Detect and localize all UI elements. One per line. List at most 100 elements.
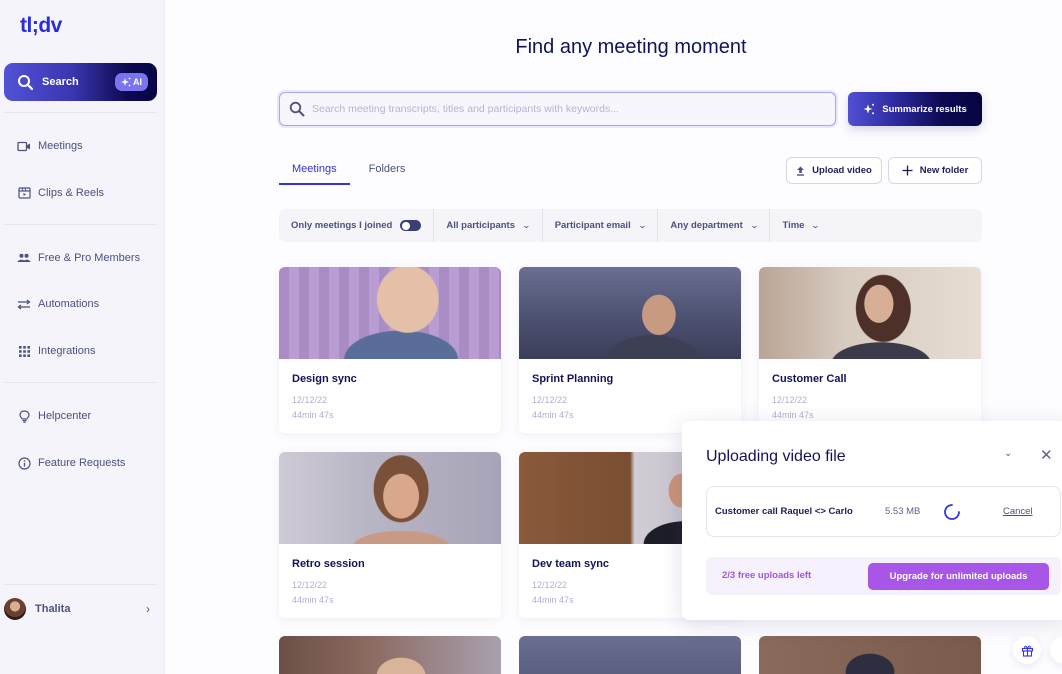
upload-file-name: Customer call Raquel <> Carlo (715, 506, 853, 517)
sidebar-item-feature-requests[interactable]: Feature Requests (17, 453, 125, 473)
chevron-down-icon: ⌄ (811, 221, 821, 230)
chevron-down-icon: ⌄ (521, 221, 531, 230)
filter-time[interactable]: Time ⌄ (770, 209, 831, 242)
meeting-card[interactable]: Retro session 12/12/22 44min 47s (279, 452, 501, 618)
sidebar-item-members[interactable]: Free & Pro Members (17, 248, 140, 268)
sidebar-item-integrations[interactable]: Integrations (17, 341, 95, 361)
filter-participant-email[interactable]: Participant email ⌄ (543, 209, 659, 242)
summarize-results-button[interactable]: Summarize results (848, 92, 982, 126)
meeting-card-thumbnail[interactable] (519, 636, 741, 674)
meeting-duration: 44min 47s (292, 595, 334, 605)
sidebar-item-label: Helpcenter (38, 410, 92, 422)
clapperboard-icon (17, 186, 31, 200)
meeting-thumbnail (279, 452, 501, 544)
meeting-title: Design sync (292, 373, 357, 385)
sidebar-divider (4, 584, 157, 585)
tab-bar: Meetings Folders (279, 163, 418, 185)
upload-panel: Uploading video file ⌄ ✕ Customer call R… (682, 421, 1062, 620)
chevron-down-icon: ⌄ (749, 221, 759, 230)
people-icon (17, 251, 31, 265)
sidebar-search-button[interactable]: Search AI (4, 63, 157, 101)
loading-spinner-icon (944, 504, 960, 520)
sidebar-item-label: Feature Requests (38, 457, 126, 469)
meeting-thumbnail (279, 267, 501, 359)
meeting-duration: 44min 47s (532, 410, 574, 420)
sidebar-item-label: Free & Pro Members (38, 252, 141, 264)
meeting-date: 12/12/22 (772, 395, 808, 405)
filter-label: All participants (446, 220, 515, 231)
lightbulb-icon (17, 409, 31, 423)
sidebar: tl;dv Search AI Meetings Clips & Reels F… (0, 0, 165, 674)
info-icon (17, 456, 31, 470)
sidebar-divider (4, 224, 157, 225)
arrows-exchange-icon (17, 297, 31, 311)
close-icon[interactable]: ✕ (1040, 446, 1053, 464)
search-field[interactable] (279, 92, 836, 126)
upload-file-row: Customer call Raquel <> Carlo 5.53 MB Ca… (706, 486, 1061, 537)
gift-icon (1021, 645, 1033, 657)
sidebar-search-label: Search (42, 76, 79, 88)
grid-icon (17, 344, 31, 358)
meeting-title: Dev team sync (532, 558, 610, 570)
user-name: Thalita (35, 603, 71, 615)
logo[interactable]: tl;dv (20, 14, 62, 38)
meeting-card[interactable]: Design sync 12/12/22 44min 47s (279, 267, 501, 433)
chevron-right-icon: › (146, 602, 150, 616)
tab-folders[interactable]: Folders (356, 163, 419, 185)
filter-all-participants[interactable]: All participants ⌄ (434, 209, 543, 242)
page-title: Find any meeting moment (515, 36, 747, 58)
filter-department[interactable]: Any department ⌄ (658, 209, 771, 242)
filter-label: Time (782, 220, 805, 231)
sidebar-item-clips-reels[interactable]: Clips & Reels (17, 183, 104, 203)
sidebar-item-automations[interactable]: Automations (17, 294, 99, 314)
summarize-label: Summarize results (882, 103, 967, 115)
upload-video-button[interactable]: Upload video (786, 157, 882, 184)
sidebar-item-label: Meetings (38, 140, 83, 152)
meeting-card[interactable]: Sprint Planning 12/12/22 44min 47s (519, 267, 741, 433)
app-root: tl;dv Search AI Meetings Clips & Reels F… (0, 0, 1062, 674)
only-joined-toggle[interactable] (400, 220, 422, 231)
meeting-date: 12/12/22 (292, 395, 328, 405)
chevron-down-icon[interactable]: ⌄ (1004, 448, 1012, 459)
search-icon (17, 74, 34, 91)
quota-text: 2/3 free uploads left (722, 570, 812, 581)
ai-badge-label: AI (133, 77, 142, 87)
sparkle-icon (121, 77, 131, 87)
upload-icon (797, 166, 805, 176)
meeting-title: Retro session (292, 558, 365, 570)
user-menu[interactable]: Thalita › (4, 597, 154, 621)
new-folder-button[interactable]: New folder (888, 157, 982, 184)
upload-quota-banner: 2/3 free uploads left Upgrade for unlimi… (706, 557, 1061, 595)
meeting-date: 12/12/22 (532, 580, 568, 590)
cancel-upload-button[interactable]: Cancel (1003, 506, 1033, 517)
meeting-card-thumbnail[interactable] (759, 636, 981, 674)
sidebar-divider (4, 112, 157, 113)
search-input[interactable] (312, 103, 812, 115)
meeting-title: Customer Call (772, 373, 847, 385)
sidebar-item-helpcenter[interactable]: Helpcenter (17, 406, 91, 426)
meeting-duration: 44min 47s (532, 595, 574, 605)
upgrade-button[interactable]: Upgrade for unlimited uploads (868, 563, 1049, 590)
sparkle-icon (863, 103, 875, 115)
help-button[interactable] (1050, 636, 1062, 664)
meeting-date: 12/12/22 (292, 580, 328, 590)
gift-button[interactable] (1013, 636, 1041, 664)
only-joined-label: Only meetings I joined (291, 220, 393, 231)
meeting-thumbnail (519, 267, 741, 359)
tab-meetings[interactable]: Meetings (279, 163, 350, 185)
meeting-date: 12/12/22 (532, 395, 568, 405)
meeting-duration: 44min 47s (772, 410, 814, 420)
avatar (4, 598, 26, 620)
filter-label: Any department (670, 220, 743, 231)
meeting-title: Sprint Planning (532, 373, 614, 385)
sidebar-item-meetings[interactable]: Meetings (17, 136, 83, 156)
new-folder-label: New folder (919, 165, 969, 176)
meeting-card-thumbnail[interactable] (279, 636, 501, 674)
plus-icon (902, 165, 913, 176)
search-icon (289, 101, 305, 117)
only-joined-filter[interactable]: Only meetings I joined (279, 209, 435, 242)
meeting-duration: 44min 47s (292, 410, 334, 420)
meeting-card[interactable]: Customer Call 12/12/22 44min 47s (759, 267, 981, 433)
video-camera-icon (17, 139, 31, 153)
upload-file-size: 5.53 MB (885, 506, 921, 517)
